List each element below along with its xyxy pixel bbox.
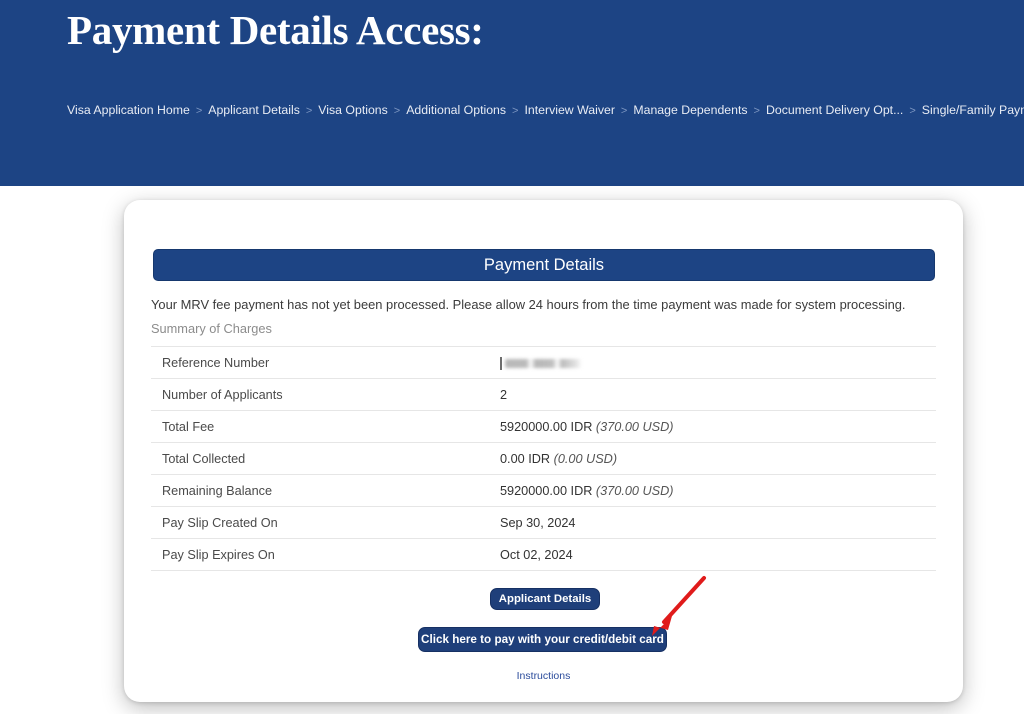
breadcrumb-separator: > (190, 105, 208, 117)
header-banner: Payment Details Access: Visa Application… (0, 0, 1024, 186)
breadcrumb-item-single-family-payment[interactable]: Single/Family Payment... (922, 103, 1024, 117)
detail-value-usd: (370.00 USD) (592, 420, 673, 434)
detail-label: Total Fee (151, 411, 498, 443)
pay-with-card-button[interactable]: Click here to pay with your credit/debit… (418, 627, 667, 652)
breadcrumb-item-interview-waiver[interactable]: Interview Waiver (524, 103, 614, 117)
detail-value: Sep 30, 2024 (498, 507, 936, 539)
detail-label: Pay Slip Expires On (151, 539, 498, 571)
detail-label: Reference Number (151, 347, 498, 379)
redacted-value (500, 358, 582, 369)
payment-notice-text: Your MRV fee payment has not yet been pr… (151, 296, 941, 314)
breadcrumb-item-additional-options[interactable]: Additional Options (406, 103, 506, 117)
breadcrumb-item-document-delivery-opt[interactable]: Document Delivery Opt... (766, 103, 903, 117)
breadcrumb-item-manage-dependents[interactable]: Manage Dependents (633, 103, 747, 117)
detail-label: Remaining Balance (151, 475, 498, 507)
detail-label: Number of Applicants (151, 379, 498, 411)
breadcrumb-item-applicant-details[interactable]: Applicant Details (208, 103, 300, 117)
payment-details-table: Reference NumberNumber of Applicants2Tot… (151, 346, 936, 571)
detail-value (498, 347, 936, 379)
breadcrumb-item-visa-options[interactable]: Visa Options (318, 103, 388, 117)
breadcrumb-separator: > (506, 105, 524, 117)
breadcrumb-separator: > (903, 105, 921, 117)
breadcrumb-item-visa-application-home[interactable]: Visa Application Home (67, 103, 190, 117)
detail-value: 2 (498, 379, 936, 411)
breadcrumb-separator: > (300, 105, 318, 117)
detail-value: Oct 02, 2024 (498, 539, 936, 571)
instructions-link[interactable]: Instructions (124, 670, 963, 682)
detail-value: 5920000.00 IDR (370.00 USD) (498, 475, 936, 507)
detail-value-usd: (0.00 USD) (550, 452, 617, 466)
page-title: Payment Details Access: (67, 4, 484, 56)
breadcrumb: Visa Application Home>Applicant Details>… (67, 99, 967, 122)
table-row: Pay Slip Created OnSep 30, 2024 (151, 507, 936, 539)
detail-value-usd: (370.00 USD) (592, 484, 673, 498)
summary-of-charges-label: Summary of Charges (151, 321, 272, 336)
table-row: Total Fee5920000.00 IDR (370.00 USD) (151, 411, 936, 443)
table-row: Remaining Balance5920000.00 IDR (370.00 … (151, 475, 936, 507)
breadcrumb-separator: > (748, 105, 766, 117)
applicant-details-button[interactable]: Applicant Details (490, 588, 600, 610)
panel-heading: Payment Details (153, 249, 935, 281)
detail-label: Total Collected (151, 443, 498, 475)
detail-value: 5920000.00 IDR (370.00 USD) (498, 411, 936, 443)
table-row: Pay Slip Expires OnOct 02, 2024 (151, 539, 936, 571)
table-row: Total Collected0.00 IDR (0.00 USD) (151, 443, 936, 475)
breadcrumb-separator: > (388, 105, 406, 117)
table-row: Reference Number (151, 347, 936, 379)
detail-value: 0.00 IDR (0.00 USD) (498, 443, 936, 475)
breadcrumb-separator: > (615, 105, 633, 117)
payment-details-card: Payment Details Your MRV fee payment has… (124, 200, 963, 702)
table-row: Number of Applicants2 (151, 379, 936, 411)
detail-label: Pay Slip Created On (151, 507, 498, 539)
